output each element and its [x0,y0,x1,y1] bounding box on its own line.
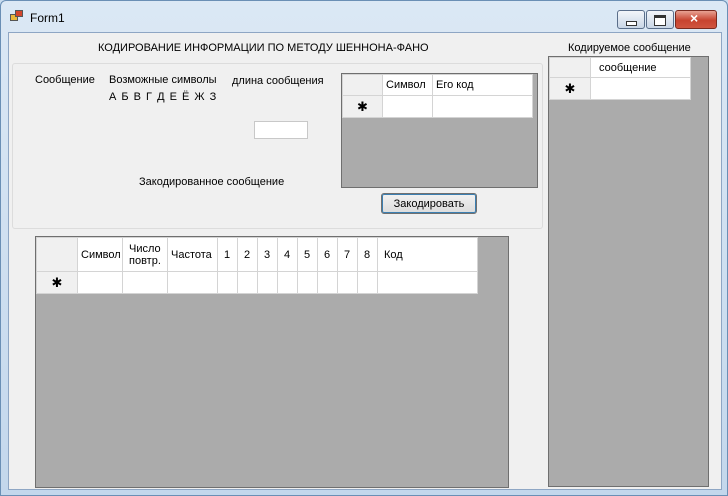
freq-grid-cell[interactable] [337,271,358,294]
message-grid-new-row-marker[interactable]: ✱ [549,77,591,100]
symbols-label: Возможные символы [109,74,217,86]
freq-grid-cell[interactable] [217,271,238,294]
code-grid-col-code[interactable]: Его код [432,74,533,96]
freq-grid-cell[interactable] [357,271,378,294]
code-grid-corner [342,74,383,96]
message-grid-corner [549,57,591,78]
code-grid-cell[interactable] [432,95,533,118]
close-button[interactable]: × [675,10,717,29]
freq-grid-col-symbol[interactable]: Символ [77,237,123,272]
freq-grid-cell[interactable] [77,271,123,294]
freq-grid-new-row-marker[interactable]: ✱ [36,271,78,294]
window-title: Form1 [30,11,65,25]
title-bar[interactable]: Form1 × [1,1,727,31]
freq-grid-col-6[interactable]: 6 [317,237,338,272]
freq-grid-col-7[interactable]: 7 [337,237,358,272]
freq-grid-col-1[interactable]: 1 [217,237,238,272]
freq-grid-col-3[interactable]: 3 [257,237,278,272]
freq-grid-col-frequency[interactable]: Частота [167,237,218,272]
window-controls: × [616,10,717,29]
freq-grid-col-4[interactable]: 4 [277,237,298,272]
message-label: Сообщение [35,74,95,86]
freq-grid-cell[interactable] [122,271,168,294]
freq-grid-cell[interactable] [167,271,218,294]
maximize-button[interactable] [646,10,674,29]
new-row-icon: ✱ [51,274,63,290]
freq-grid-corner [36,237,78,272]
length-label: длина сообщения [232,75,324,87]
message-grid-col-message[interactable]: сообщение [590,57,691,78]
freq-grid-cell[interactable] [377,271,478,294]
encoded-message-label: Закодированное сообщение [139,176,285,188]
code-grid[interactable]: Символ Его код ✱ [341,73,538,188]
new-row-icon: ✱ [357,98,368,114]
code-grid-cell[interactable] [382,95,433,118]
freq-grid-col-code[interactable]: Код [377,237,478,272]
close-icon: × [690,10,699,26]
frequency-grid[interactable]: Символ Число повтр. Частота 1 2 3 4 5 6 … [35,236,509,488]
freq-grid-cell[interactable] [257,271,278,294]
new-row-icon: ✱ [564,80,576,96]
message-panel-title: Кодируемое сообщение [568,42,691,54]
code-grid-col-symbol[interactable]: Символ [382,74,433,96]
freq-grid-col-5[interactable]: 5 [297,237,318,272]
length-input[interactable] [254,121,308,139]
form-client-area: КОДИРОВАНИЕ ИНФОРМАЦИИ ПО МЕТОДУ ШЕННОНА… [8,32,722,490]
maximize-icon [654,15,666,26]
freq-grid-cell[interactable] [277,271,298,294]
freq-grid-cell[interactable] [237,271,258,294]
code-grid-new-row-marker[interactable]: ✱ [342,95,383,118]
freq-grid-col-2[interactable]: 2 [237,237,258,272]
freq-grid-cell[interactable] [297,271,318,294]
freq-grid-col-repeats[interactable]: Число повтр. [122,237,168,272]
main-window: Form1 × КОДИРОВАНИЕ ИНФОРМАЦИИ ПО МЕТОДУ… [0,0,728,496]
freq-grid-cell[interactable] [317,271,338,294]
symbols-value: А Б В Г Д Е Ё Ж З [109,91,218,103]
minimize-icon [626,21,637,26]
message-grid[interactable]: сообщение ✱ [548,56,709,487]
message-grid-cell[interactable] [590,77,691,100]
app-icon[interactable] [10,10,24,22]
page-title: КОДИРОВАНИЕ ИНФОРМАЦИИ ПО МЕТОДУ ШЕННОНА… [98,42,429,54]
freq-grid-col-8[interactable]: 8 [357,237,378,272]
encode-button[interactable]: Закодировать [381,193,477,214]
minimize-button[interactable] [617,10,645,29]
